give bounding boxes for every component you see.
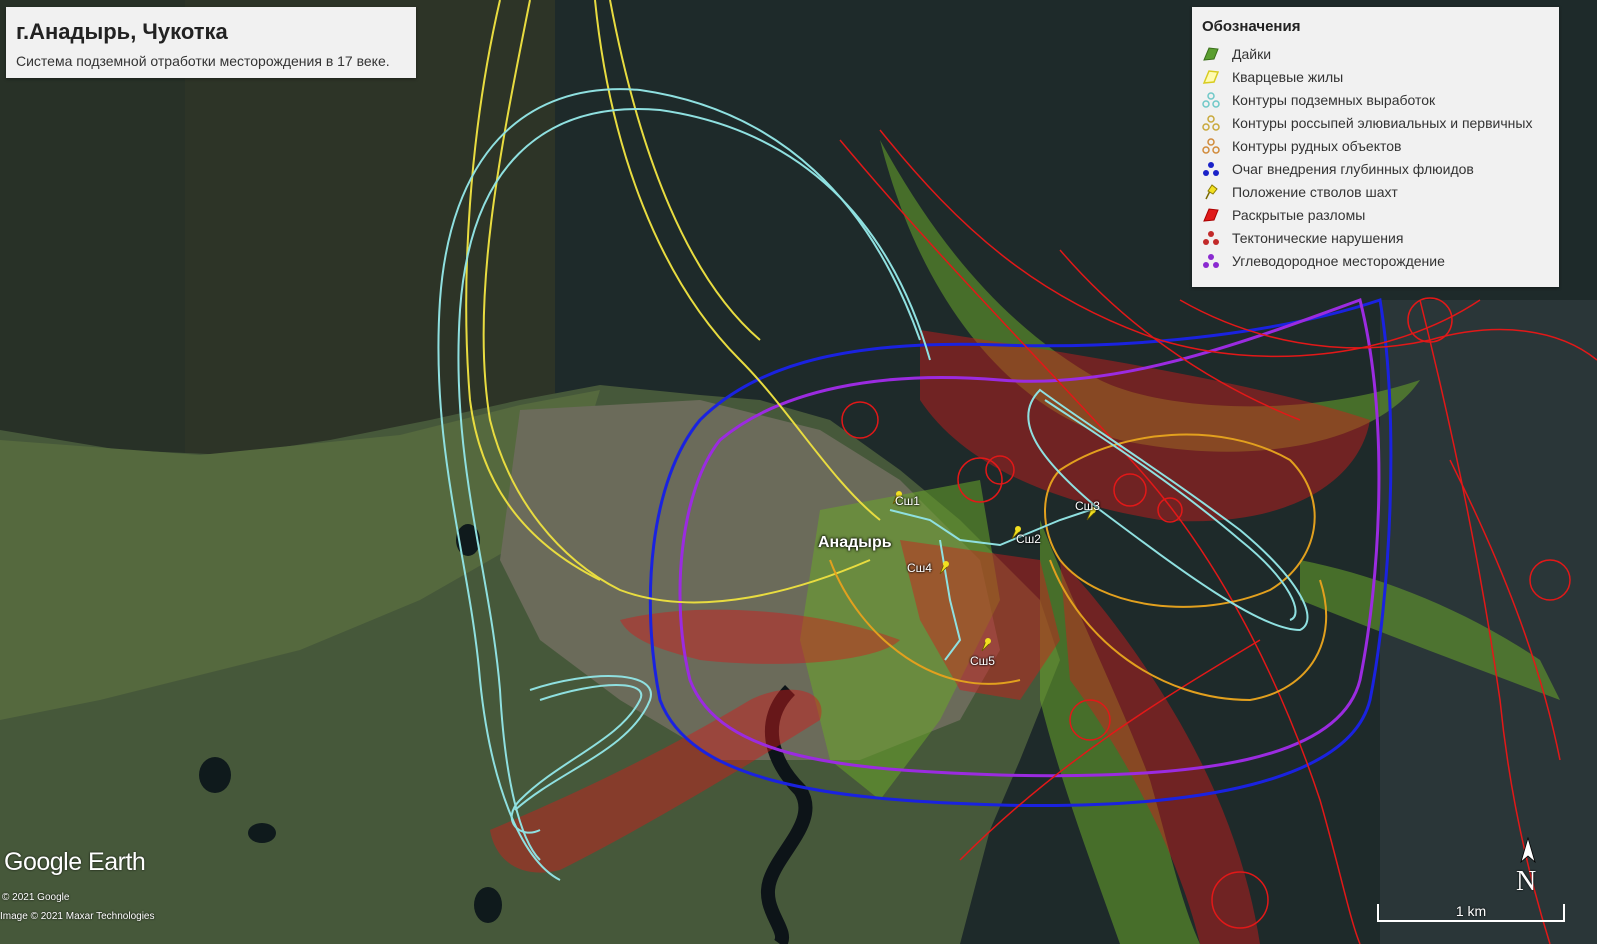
lake bbox=[248, 823, 276, 843]
path-icon bbox=[1203, 162, 1219, 176]
city-label: Анадырь bbox=[818, 534, 892, 551]
legend-item-workings[interactable]: Контуры подземных выработок bbox=[1202, 89, 1435, 111]
polygon-icon bbox=[1203, 47, 1219, 61]
map-title: г.Анадырь, Чукотка bbox=[16, 19, 228, 44]
legend-label: Тектонические нарушения bbox=[1232, 230, 1404, 246]
legend-item-hydrocarbon[interactable]: Углеводородное месторождение bbox=[1202, 250, 1445, 272]
legend-item-open-faults[interactable]: Раскрытые разломы bbox=[1202, 204, 1365, 226]
legend-title: Обозначения bbox=[1202, 18, 1301, 35]
legend-label: Углеводородное месторождение bbox=[1232, 253, 1445, 269]
legend-label: Дайки bbox=[1232, 46, 1272, 62]
legend-label: Очаг внедрения глубинных флюидов bbox=[1232, 161, 1474, 177]
legend-label: Контуры подземных выработок bbox=[1232, 92, 1436, 108]
polygon-outline-icon bbox=[1202, 70, 1220, 84]
shaft-label-1: Сш1 bbox=[895, 494, 920, 508]
copyright-google: © 2021 Google bbox=[2, 892, 70, 903]
lake bbox=[199, 757, 231, 793]
shaft-label-2: Сш2 bbox=[1016, 532, 1041, 546]
map-title-panel: г.Анадырь, Чукотка Система подземной отр… bbox=[6, 7, 416, 78]
legend-item-dikes[interactable]: Дайки bbox=[1202, 43, 1271, 65]
shaft-label-5: Сш5 bbox=[970, 654, 995, 668]
scale-label: 1 km bbox=[1455, 903, 1487, 919]
path-icon bbox=[1203, 254, 1219, 268]
pushpin-icon bbox=[1205, 184, 1218, 200]
legend-panel: Обозначения Дайки Кварцевые жилы Контуры… bbox=[1192, 7, 1559, 287]
polygon-icon bbox=[1203, 208, 1219, 222]
path-icon bbox=[1202, 138, 1220, 154]
legend-item-ore-objects[interactable]: Контуры рудных объектов bbox=[1202, 135, 1401, 157]
copyright-imagery: Image © 2021 Maxar Technologies bbox=[0, 911, 155, 922]
north-arrow: N bbox=[1513, 836, 1547, 897]
legend-label: Кварцевые жилы bbox=[1232, 69, 1344, 85]
shaft-label-3: Сш3 bbox=[1075, 499, 1100, 513]
legend-item-fluid-source[interactable]: Очаг внедрения глубинных флюидов bbox=[1202, 158, 1474, 180]
shaft-label-4: Сш4 bbox=[907, 561, 932, 575]
legend-label: Положение стволов шахт bbox=[1232, 184, 1398, 200]
scale-bar: 1 km bbox=[1377, 902, 1565, 924]
path-icon bbox=[1202, 115, 1220, 131]
legend-item-placers[interactable]: Контуры россыпей элювиальных и первичных bbox=[1202, 112, 1532, 134]
legend-item-tectonic[interactable]: Тектонические нарушения bbox=[1202, 227, 1403, 249]
north-arrow-icon bbox=[1520, 836, 1536, 864]
legend-label: Раскрытые разломы bbox=[1232, 207, 1366, 223]
legend-label: Контуры рудных объектов bbox=[1232, 138, 1402, 154]
google-earth-logo: Google Earth bbox=[4, 848, 146, 876]
north-label: N bbox=[1516, 866, 1537, 897]
lake bbox=[474, 887, 502, 923]
path-icon bbox=[1202, 92, 1220, 108]
legend-item-shafts[interactable]: Положение стволов шахт bbox=[1202, 181, 1398, 203]
path-icon bbox=[1203, 231, 1219, 245]
legend-label: Контуры россыпей элювиальных и первичных bbox=[1232, 115, 1533, 131]
legend-item-quartz[interactable]: Кварцевые жилы bbox=[1202, 66, 1343, 88]
map-subtitle: Система подземной отработки месторождени… bbox=[16, 53, 390, 69]
